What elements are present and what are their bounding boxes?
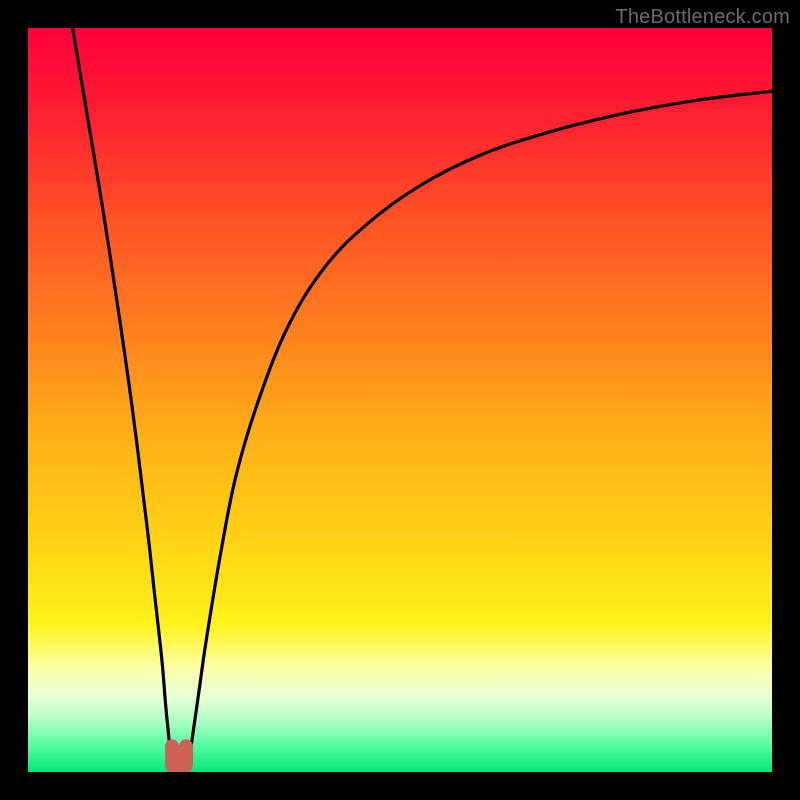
gradient-background [28,28,772,772]
plot-svg [28,28,772,772]
minimum-marker [172,746,186,768]
plot-area [28,28,772,772]
chart-frame: TheBottleneck.com [0,0,800,800]
watermark-text: TheBottleneck.com [615,6,790,29]
